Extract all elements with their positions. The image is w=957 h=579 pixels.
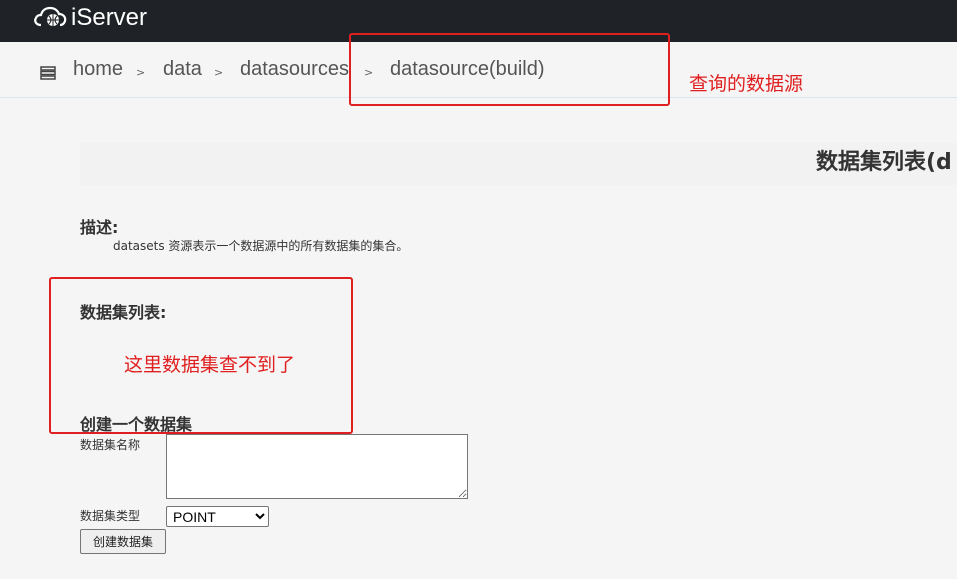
- breadcrumb-data[interactable]: data: [163, 58, 202, 81]
- breadcrumb-home[interactable]: home: [73, 58, 123, 81]
- annotation-box-datasource: [349, 33, 670, 106]
- breadcrumb-separator: >: [214, 66, 224, 79]
- annotation-dataset-missing: 这里数据集查不到了: [124, 354, 296, 376]
- logo-text: iServer: [71, 4, 148, 31]
- description-heading: 描述:: [80, 218, 119, 237]
- logo[interactable]: iServer: [33, 3, 147, 33]
- breadcrumb-separator: >: [136, 66, 146, 79]
- create-dataset-heading: 创建一个数据集: [80, 415, 193, 434]
- dataset-name-label: 数据集名称: [80, 438, 141, 452]
- breadcrumb-datasources[interactable]: datasources: [240, 58, 349, 81]
- server-list-icon: [40, 66, 56, 80]
- page-title: 数据集列表(d: [816, 150, 952, 175]
- dataset-name-input[interactable]: [166, 434, 468, 499]
- annotation-queried-datasource: 查询的数据源: [689, 73, 804, 95]
- dataset-type-label: 数据集类型: [80, 509, 141, 523]
- cloud-globe-icon: [34, 6, 67, 27]
- create-dataset-button[interactable]: 创建数据集: [80, 529, 166, 554]
- description-text: datasets 资源表示一个数据源中的所有数据集的集合。: [113, 239, 409, 253]
- dataset-list-heading: 数据集列表:: [80, 303, 167, 322]
- dataset-type-select[interactable]: POINT: [166, 506, 269, 527]
